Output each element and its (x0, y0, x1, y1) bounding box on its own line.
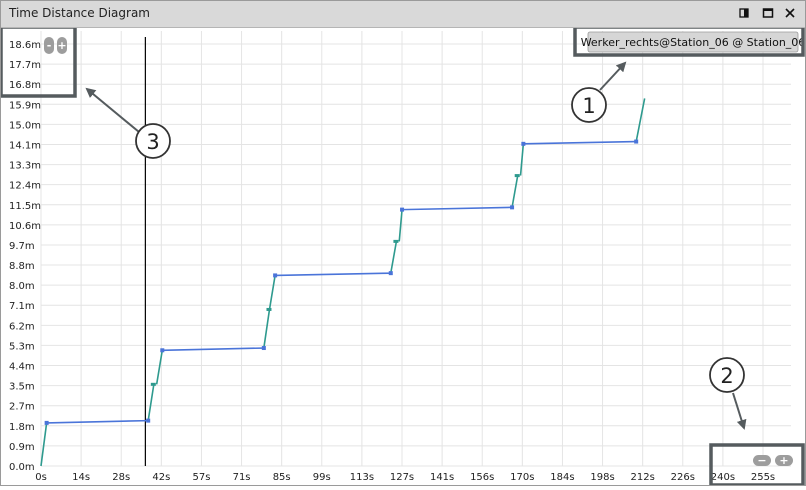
y-tick-label: 2.7m (9, 402, 35, 413)
legend-label: Werker_rechts@Station_06 @ Station_06 (581, 36, 805, 49)
walk-segment (147, 384, 155, 421)
wait-segment (162, 347, 264, 352)
y-tick-label: 17.7m (9, 60, 41, 71)
node-marker (146, 418, 151, 423)
node-marker (44, 420, 49, 425)
y-tick-label: 11.5m (9, 201, 41, 212)
node-marker (261, 346, 266, 351)
y-tick-label: 16.8m (9, 80, 41, 91)
x-axis: 0s 14s 28s 42s 57s 71s 85s 99s 113s 127s 141s 156s 1… (35, 472, 775, 483)
node-marker (510, 205, 515, 210)
y-tick-label: 6.2m (9, 321, 35, 332)
y-tick-label: 15.0m (9, 120, 41, 131)
node-marker (521, 141, 526, 146)
y-tick-label: 7.1m (9, 301, 35, 312)
walk-segment (263, 309, 271, 349)
callout-3-arrow (85, 87, 140, 133)
y-tick-label: 13.3m (9, 161, 41, 172)
grid (40, 31, 791, 467)
y-tick-label: 1.8m (9, 422, 35, 433)
y-tick-label: 15.9m (9, 100, 41, 111)
callout-2-arrow (732, 392, 747, 430)
node-marker (400, 207, 405, 212)
walk-segment (268, 275, 276, 310)
y-tick-label: 14.1m (9, 140, 41, 151)
waypoint-marker (393, 239, 399, 243)
y-tick-label: 18.6m (9, 40, 41, 51)
x-tick-label: 226s (671, 472, 695, 483)
y-tick-label: 0.0m (9, 462, 35, 473)
y-tick-label: 10.6m (9, 221, 41, 232)
y-tick-label: 8.8m (9, 261, 35, 272)
node-marker (273, 273, 278, 278)
callout-3-number: 3 (146, 130, 159, 154)
x-tick-label: 198s (590, 472, 614, 483)
x-tick-label: 240s (711, 472, 735, 483)
x-tick-label: 14s (72, 472, 90, 483)
x-tick-label: 156s (470, 472, 494, 483)
y-axis: 0.0m 0.9m 1.8m 2.7m 3.5m 4.4m 5.3m 6.2m 7.1m 8.0m… (9, 40, 41, 473)
maximize-icon[interactable] (761, 6, 775, 20)
x-tick-label: 42s (152, 472, 170, 483)
y-tick-label: 12.4m (9, 181, 41, 192)
legend[interactable]: Werker_rechts@Station_06 @ Station_06 (581, 31, 805, 53)
node-marker (388, 271, 393, 276)
callout-2-number: 2 (720, 364, 733, 388)
restore-icon[interactable] (737, 6, 751, 20)
wait-segment (402, 206, 513, 211)
x-tick-label: 71s (233, 472, 251, 483)
x-tick-label: 127s (390, 472, 414, 483)
x-tick-label: 212s (631, 472, 655, 483)
y-tick-label: 8.0m (9, 281, 35, 292)
x-tick-label: 57s (192, 472, 210, 483)
walk-segment (40, 422, 48, 467)
x-zoom-controls: − + (753, 454, 793, 467)
close-icon[interactable] (783, 6, 797, 20)
waypoint-marker (514, 174, 520, 178)
title-bar: Time Distance Diagram (1, 1, 805, 28)
wait-segment (523, 140, 637, 145)
y-tick-label: 3.5m (9, 382, 35, 393)
wait-segment (46, 419, 149, 424)
time-distance-chart[interactable]: 0.0m 0.9m 1.8m 2.7m 3.5m 4.4m 5.3m 6.2m 7.1m 8.0m… (0, 25, 805, 487)
nodes (44, 139, 639, 425)
x-tick-label: 255s (751, 472, 775, 483)
x-zoom-in-label: + (779, 454, 788, 467)
wait-segment (275, 272, 391, 277)
callout-1-number: 1 (582, 94, 595, 118)
x-tick-label: 99s (313, 472, 331, 483)
callout-1-arrow (599, 61, 627, 91)
x-tick-label: 85s (273, 472, 291, 483)
series (40, 98, 646, 467)
chart-area[interactable]: 0.0m 0.9m 1.8m 2.7m 3.5m 4.4m 5.3m 6.2m 7.1m 8.0m… (0, 25, 805, 487)
x-zoom-out-label: − (757, 454, 766, 467)
walk-segment (511, 175, 519, 208)
window-title: Time Distance Diagram (9, 6, 150, 20)
y-zoom-controls: - + (44, 37, 67, 54)
walk-segment (635, 98, 646, 142)
waypoint-marker (150, 382, 156, 386)
y-tick-label: 9.7m (9, 241, 35, 252)
x-tick-label: 113s (350, 472, 374, 483)
node-marker (160, 348, 165, 353)
y-tick-label: 5.3m (9, 341, 35, 352)
y-tick-label: 4.4m (9, 362, 35, 373)
x-tick-label: 141s (430, 472, 454, 483)
y-zoom-in-label: + (57, 39, 66, 52)
y-zoom-out-label: - (47, 39, 52, 52)
x-tick-label: 0s (35, 472, 47, 483)
x-tick-label: 170s (510, 472, 534, 483)
node-marker (634, 139, 639, 144)
x-tick-label: 184s (550, 472, 574, 483)
time-distance-window: Time Distance Diagram 0.0m 0.9m 1.8m 2.7m 3.… (0, 0, 806, 487)
walk-segment (389, 241, 398, 274)
waypoint-marker (266, 307, 272, 311)
y-tick-label: 0.9m (9, 442, 35, 453)
x-tick-label: 28s (112, 472, 130, 483)
